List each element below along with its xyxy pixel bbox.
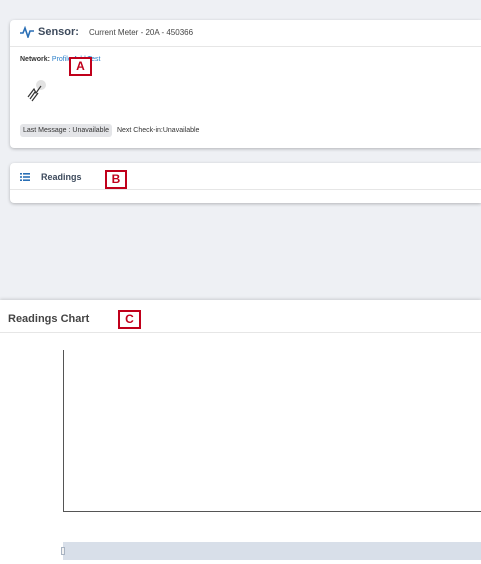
marker-c: C bbox=[118, 310, 141, 329]
marker-a: A bbox=[69, 57, 92, 76]
readings-title: Readings bbox=[41, 172, 82, 182]
list-icon bbox=[20, 173, 30, 181]
sensor-title: Sensor: bbox=[38, 26, 79, 38]
last-message-badge: Last Message : Unavailable bbox=[20, 124, 112, 137]
chart-navigator[interactable] bbox=[61, 542, 481, 560]
readings-header[interactable]: Readings bbox=[10, 163, 481, 190]
signal-icon bbox=[27, 80, 46, 102]
chart-plot-area bbox=[63, 350, 481, 512]
network-label: Network: bbox=[20, 56, 50, 63]
sensor-header: Sensor: Current Meter - 20A - 450366 bbox=[10, 20, 481, 47]
marker-b: B bbox=[105, 170, 127, 189]
next-checkin-text: Next Check-in:Unavailable bbox=[116, 127, 200, 134]
status-row: Last Message : Unavailable Next Check-in… bbox=[20, 124, 199, 137]
navigator-handle[interactable] bbox=[61, 547, 65, 555]
readings-card: Readings bbox=[10, 163, 481, 203]
readings-chart-panel: Readings Chart bbox=[0, 300, 481, 564]
sensor-name: Current Meter - 20A - 450366 bbox=[89, 28, 194, 37]
sensor-card: Sensor: Current Meter - 20A - 450366 Net… bbox=[10, 20, 481, 148]
pulse-icon bbox=[20, 26, 34, 38]
